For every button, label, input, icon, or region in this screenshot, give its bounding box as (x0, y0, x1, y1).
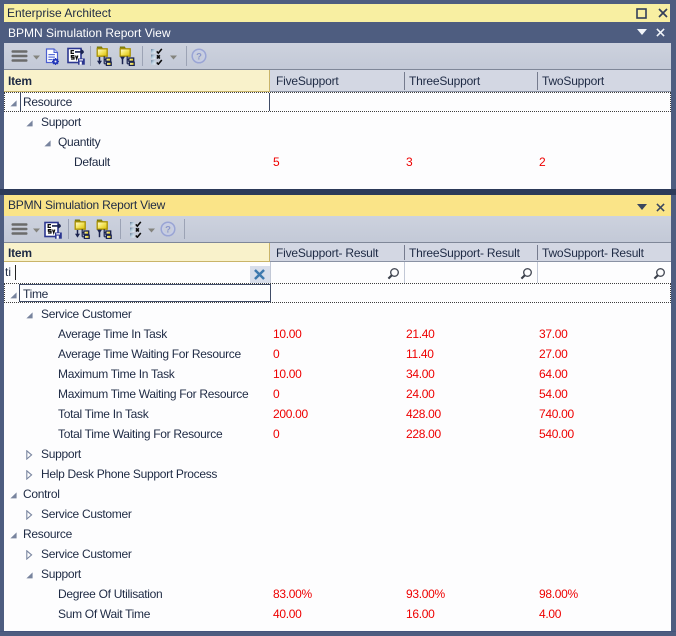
svg-text:?: ? (196, 51, 202, 62)
svg-text:?: ? (165, 224, 171, 235)
